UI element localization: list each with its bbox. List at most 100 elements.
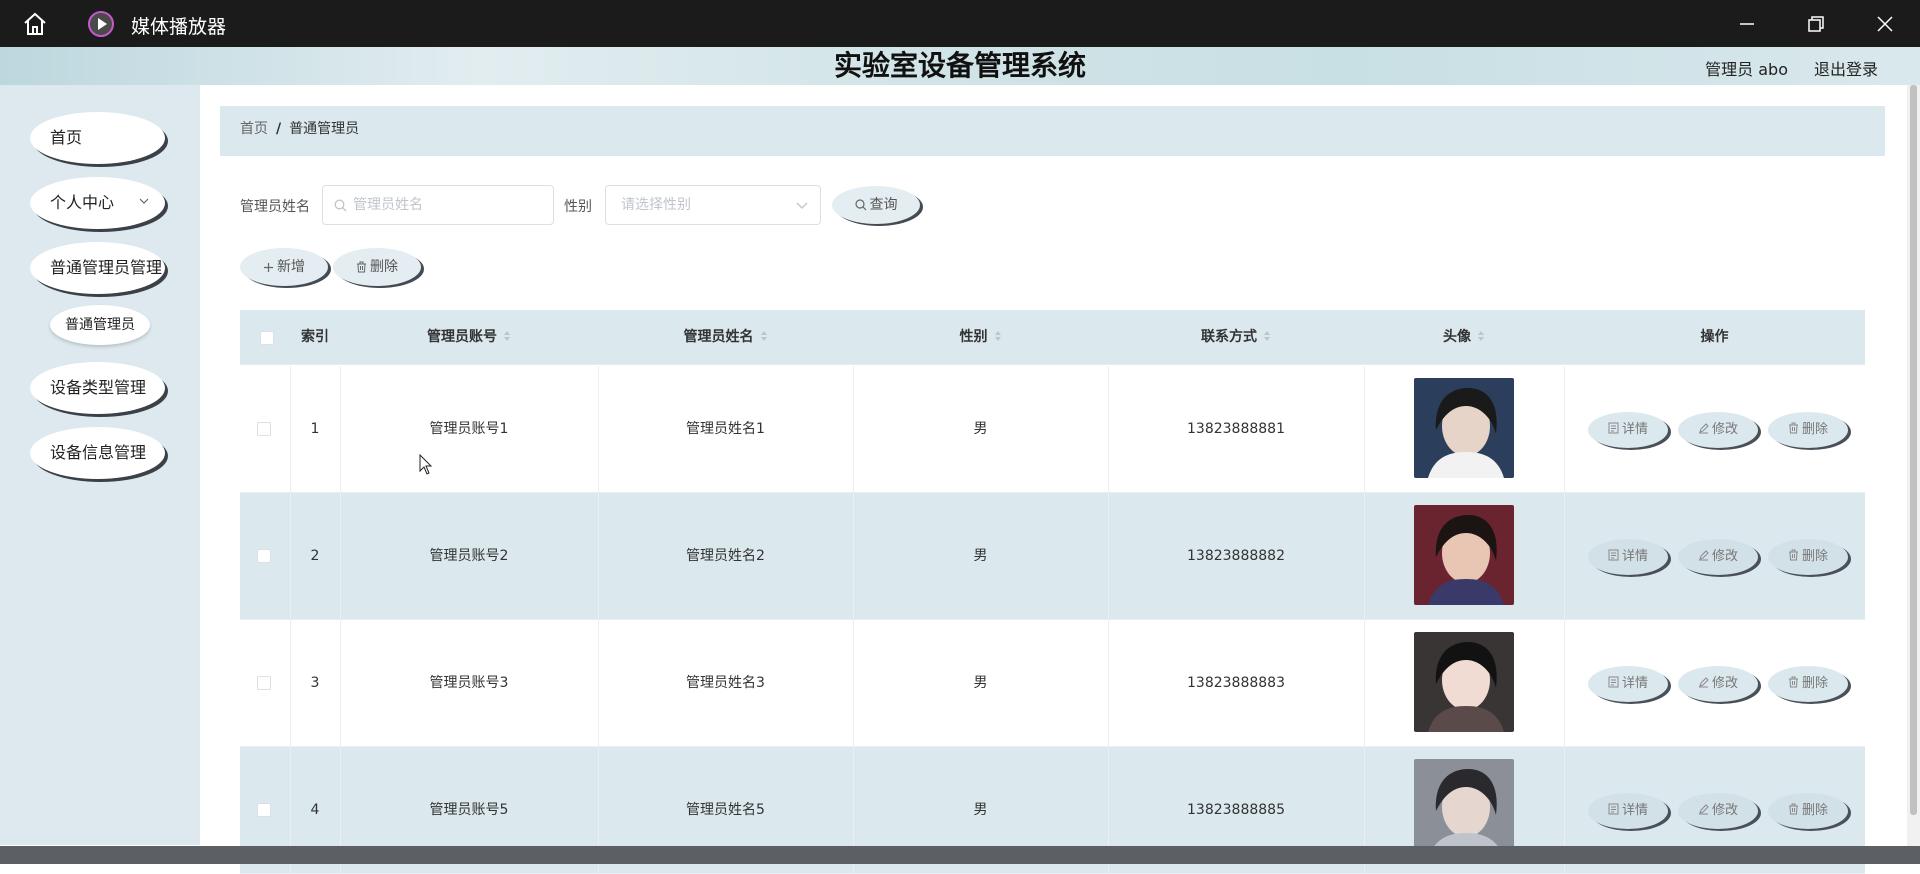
cell-gender: 男 [973,675,988,691]
avatar[interactable] [1414,632,1514,732]
row-checkbox[interactable] [257,422,271,436]
detail-button-label: 详情 [1621,803,1648,818]
avatar[interactable] [1414,759,1514,859]
media-player-logo-icon [88,11,114,37]
batch-delete-button[interactable]: 删除 [333,248,421,286]
document-icon [1608,676,1619,688]
trash-icon [1788,549,1798,561]
document-icon [1608,422,1619,434]
column-divider [1564,493,1565,620]
current-user: 管理员 abo [1705,60,1788,79]
delete-row-button[interactable]: 删除 [1768,412,1848,448]
pencil-icon [1698,550,1709,561]
breadcrumb-home[interactable]: 首页 [240,121,268,137]
detail-button[interactable]: 详情 [1588,793,1668,829]
column-header-label: 头像 [1443,329,1471,345]
gender-select[interactable] [605,185,821,225]
add-button[interactable]: 新增 [240,248,328,286]
logout-link[interactable]: 退出登录 [1814,56,1878,80]
sidebar-item-label: 设备类型管理 [50,378,147,397]
plus-icon [264,263,273,272]
row-checkbox[interactable] [257,803,271,817]
column-header-account[interactable]: 管理员账号 [340,310,598,365]
sidebar-item-home[interactable]: 首页 [30,112,165,164]
delete-row-button[interactable]: 删除 [1768,793,1848,829]
delete-row-button-label: 删除 [1801,803,1828,818]
restore-icon[interactable] [1806,14,1826,34]
column-header-index: 索引 [290,310,340,365]
row-checkbox[interactable] [257,549,271,563]
edit-button-label: 修改 [1711,422,1738,437]
chevron-down-icon [796,202,808,209]
query-button-label: 查询 [869,197,898,213]
minimize-icon[interactable] [1737,14,1757,34]
column-divider [1364,620,1365,747]
cell-name: 管理员姓名3 [686,675,765,691]
name-search-input[interactable] [353,186,553,224]
cell-account: 管理员账号3 [429,675,509,691]
sort-icon[interactable] [760,330,768,342]
delete-row-button-label: 删除 [1801,422,1828,437]
column-header-name[interactable]: 管理员姓名 [598,310,853,365]
sidebar-item-personal-center[interactable]: 个人中心 [30,177,165,229]
edit-button[interactable]: 修改 [1678,539,1758,575]
vertical-scrollbar[interactable] [1907,85,1920,846]
scrollbar-thumb[interactable] [1910,85,1917,815]
delete-row-button-label: 删除 [1801,549,1828,564]
column-header-avatar[interactable]: 头像 [1364,310,1564,365]
sort-icon[interactable] [1477,330,1485,342]
pencil-icon [1698,677,1709,688]
trash-icon [1788,422,1798,434]
column-divider [1364,366,1365,493]
app-header: 实验室设备管理系统 管理员 abo 退出登录 [0,47,1920,85]
sidebar: 首页 个人中心 普通管理员管理 普通管理员 设备类型管理 设备信息管理 [0,85,200,845]
name-search-label: 管理员姓名 [240,199,310,215]
row-checkbox[interactable] [257,676,271,690]
edit-button-label: 修改 [1711,803,1738,818]
detail-button[interactable]: 详情 [1588,412,1668,448]
column-header-gender[interactable]: 性别 [853,310,1108,365]
sidebar-item-label: 个人中心 [50,193,115,212]
home-icon[interactable] [22,11,48,37]
document-icon [1608,549,1619,561]
cell-account: 管理员账号1 [429,421,509,437]
sidebar-item-device-info-management[interactable]: 设备信息管理 [30,427,165,479]
cell-account: 管理员账号2 [429,548,509,564]
document-icon [1608,803,1619,815]
edit-button[interactable]: 修改 [1678,793,1758,829]
column-header-label: 操作 [1700,329,1729,345]
sort-icon[interactable] [994,330,1002,342]
cell-index: 1 [310,421,320,437]
add-button-label: 新增 [277,259,305,275]
cell-index: 3 [310,675,320,691]
sidebar-item-device-type-management[interactable]: 设备类型管理 [30,362,165,414]
delete-row-button[interactable]: 删除 [1768,539,1848,575]
query-button[interactable]: 查询 [832,186,920,224]
system-title: 实验室设备管理系统 [833,49,1086,82]
edit-button-label: 修改 [1711,549,1738,564]
detail-button-label: 详情 [1621,549,1648,564]
delete-row-button-label: 删除 [1801,676,1828,691]
sidebar-item-admin-management[interactable]: 普通管理员管理 [30,242,165,294]
avatar[interactable] [1414,505,1514,605]
close-icon[interactable] [1875,14,1895,34]
table-row: 1 管理员账号1 管理员姓名1 男 13823888881 详情 修改 删除 [240,366,1865,493]
select-all-checkbox[interactable] [260,331,274,345]
trash-icon [357,261,366,273]
gender-select-input[interactable] [621,186,820,224]
cell-name: 管理员姓名2 [686,548,765,564]
sort-icon[interactable] [1263,330,1271,342]
search-icon [854,199,866,211]
sort-icon[interactable] [503,330,511,342]
cell-index: 2 [310,548,320,564]
detail-button[interactable]: 详情 [1588,666,1668,702]
column-header-phone[interactable]: 联系方式 [1108,310,1364,365]
sidebar-subitem-admin[interactable]: 普通管理员 [50,305,150,345]
detail-button[interactable]: 详情 [1588,539,1668,575]
media-player-bottom-bar [0,846,1920,864]
sidebar-subitem-label: 普通管理员 [65,317,135,333]
avatar[interactable] [1414,378,1514,478]
edit-button[interactable]: 修改 [1678,412,1758,448]
edit-button[interactable]: 修改 [1678,666,1758,702]
delete-row-button[interactable]: 删除 [1768,666,1848,702]
